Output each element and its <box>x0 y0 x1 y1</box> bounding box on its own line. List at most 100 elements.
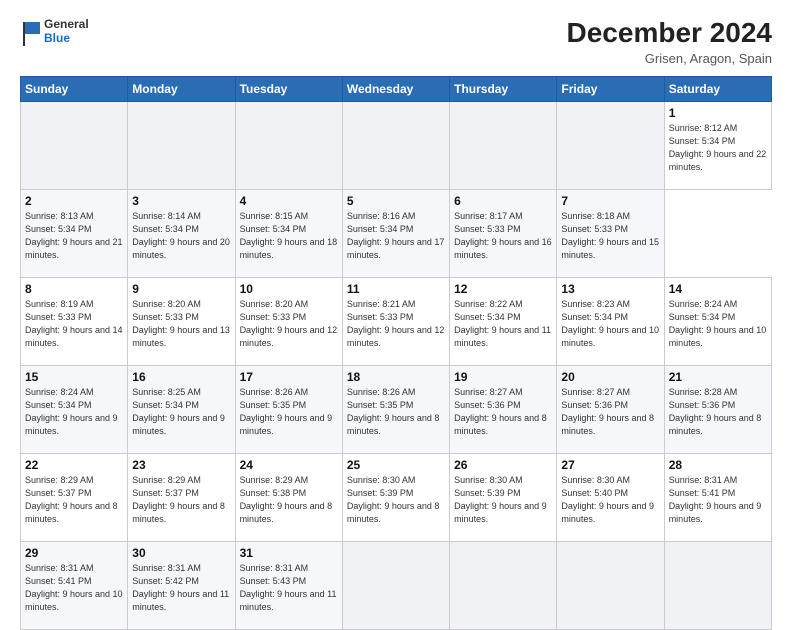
day-info: Sunrise: 8:24 AMSunset: 5:34 PMDaylight:… <box>669 298 767 350</box>
day-number: 1 <box>669 106 767 120</box>
day-number: 14 <box>669 282 767 296</box>
calendar-cell <box>342 101 449 189</box>
calendar-cell <box>128 101 235 189</box>
calendar-cell: 28Sunrise: 8:31 AMSunset: 5:41 PMDayligh… <box>664 453 771 541</box>
day-info: Sunrise: 8:13 AMSunset: 5:34 PMDaylight:… <box>25 210 123 262</box>
day-info: Sunrise: 8:15 AMSunset: 5:34 PMDaylight:… <box>240 210 338 262</box>
day-number: 25 <box>347 458 445 472</box>
logo: General Blue <box>20 18 89 46</box>
calendar-cell: 23 Sunrise: 8:29 AMSunset: 5:37 PMDayligh… <box>128 453 235 541</box>
day-number: 8 <box>25 282 123 296</box>
calendar-cell: 15Sunrise: 8:24 AMSunset: 5:34 PMDayligh… <box>21 365 128 453</box>
day-info: Sunrise: 8:28 AMSunset: 5:36 PMDaylight:… <box>669 386 767 438</box>
calendar-cell <box>557 101 664 189</box>
page: General Blue December 2024 Grisen, Arago… <box>0 0 792 612</box>
day-info: Sunrise: 8:18 AMSunset: 5:33 PMDaylight:… <box>561 210 659 262</box>
day-number: 21 <box>669 370 767 384</box>
day-header-friday: Friday <box>557 76 664 101</box>
day-info: Sunrise: 8:30 AMSunset: 5:40 PMDaylight:… <box>561 474 659 526</box>
day-number: 11 <box>347 282 445 296</box>
header-right: December 2024 Grisen, Aragon, Spain <box>567 18 772 66</box>
logo-general-text: General <box>44 18 89 32</box>
day-number: 26 <box>454 458 552 472</box>
week-row-2: 8 Sunrise: 8:19 AMSunset: 5:33 PMDaylight… <box>21 277 772 365</box>
logo-blue-text: Blue <box>44 32 89 46</box>
day-header-tuesday: Tuesday <box>235 76 342 101</box>
calendar-header-row: SundayMondayTuesdayWednesdayThursdayFrid… <box>21 76 772 101</box>
week-row-5: 29Sunrise: 8:31 AMSunset: 5:41 PMDayligh… <box>21 541 772 629</box>
day-info: Sunrise: 8:12 AMSunset: 5:34 PMDaylight:… <box>669 122 767 174</box>
day-number: 12 <box>454 282 552 296</box>
day-number: 5 <box>347 194 445 208</box>
day-info: Sunrise: 8:30 AMSunset: 5:39 PMDaylight:… <box>347 474 445 526</box>
calendar-cell: 16 Sunrise: 8:25 AMSunset: 5:34 PMDayligh… <box>128 365 235 453</box>
calendar-cell: 26 Sunrise: 8:30 AMSunset: 5:39 PMDayligh… <box>450 453 557 541</box>
day-info: Sunrise: 8:27 AMSunset: 5:36 PMDaylight:… <box>561 386 659 438</box>
day-number: 6 <box>454 194 552 208</box>
calendar-cell: 30 Sunrise: 8:31 AMSunset: 5:42 PMDayligh… <box>128 541 235 629</box>
day-header-monday: Monday <box>128 76 235 101</box>
calendar-cell: 1 Sunrise: 8:12 AMSunset: 5:34 PMDaylight… <box>664 101 771 189</box>
calendar-cell: 24 Sunrise: 8:29 AMSunset: 5:38 PMDayligh… <box>235 453 342 541</box>
day-info: Sunrise: 8:17 AMSunset: 5:33 PMDaylight:… <box>454 210 552 262</box>
calendar-table: SundayMondayTuesdayWednesdayThursdayFrid… <box>20 76 772 630</box>
day-number: 17 <box>240 370 338 384</box>
logo-flag-icon <box>20 18 42 46</box>
calendar-cell: 20 Sunrise: 8:27 AMSunset: 5:36 PMDayligh… <box>557 365 664 453</box>
calendar-cell: 3Sunrise: 8:14 AMSunset: 5:34 PMDaylight… <box>128 189 235 277</box>
calendar-cell: 5 Sunrise: 8:16 AMSunset: 5:34 PMDaylight… <box>342 189 449 277</box>
day-info: Sunrise: 8:26 AMSunset: 5:35 PMDaylight:… <box>347 386 445 438</box>
day-info: Sunrise: 8:31 AMSunset: 5:42 PMDaylight:… <box>132 562 230 614</box>
calendar-cell: 10Sunrise: 8:20 AMSunset: 5:33 PMDayligh… <box>235 277 342 365</box>
day-info: Sunrise: 8:21 AMSunset: 5:33 PMDaylight:… <box>347 298 445 350</box>
day-number: 16 <box>132 370 230 384</box>
week-row-3: 15Sunrise: 8:24 AMSunset: 5:34 PMDayligh… <box>21 365 772 453</box>
header: General Blue December 2024 Grisen, Arago… <box>20 18 772 66</box>
calendar-cell: 22Sunrise: 8:29 AMSunset: 5:37 PMDayligh… <box>21 453 128 541</box>
day-info: Sunrise: 8:29 AMSunset: 5:38 PMDaylight:… <box>240 474 338 526</box>
day-info: Sunrise: 8:31 AMSunset: 5:43 PMDaylight:… <box>240 562 338 614</box>
day-header-saturday: Saturday <box>664 76 771 101</box>
day-number: 20 <box>561 370 659 384</box>
day-number: 10 <box>240 282 338 296</box>
day-info: Sunrise: 8:29 AMSunset: 5:37 PMDaylight:… <box>132 474 230 526</box>
day-info: Sunrise: 8:27 AMSunset: 5:36 PMDaylight:… <box>454 386 552 438</box>
calendar-cell: 12 Sunrise: 8:22 AMSunset: 5:34 PMDayligh… <box>450 277 557 365</box>
day-number: 2 <box>25 194 123 208</box>
month-title: December 2024 <box>567 18 772 49</box>
day-info: Sunrise: 8:25 AMSunset: 5:34 PMDaylight:… <box>132 386 230 438</box>
calendar-cell: 25 Sunrise: 8:30 AMSunset: 5:39 PMDayligh… <box>342 453 449 541</box>
calendar-cell: 7 Sunrise: 8:18 AMSunset: 5:33 PMDaylight… <box>557 189 664 277</box>
day-info: Sunrise: 8:31 AMSunset: 5:41 PMDaylight:… <box>25 562 123 614</box>
calendar-cell: 2 Sunrise: 8:13 AMSunset: 5:34 PMDaylight… <box>21 189 128 277</box>
day-number: 19 <box>454 370 552 384</box>
day-number: 15 <box>25 370 123 384</box>
day-info: Sunrise: 8:30 AMSunset: 5:39 PMDaylight:… <box>454 474 552 526</box>
calendar-cell <box>235 101 342 189</box>
day-info: Sunrise: 8:22 AMSunset: 5:34 PMDaylight:… <box>454 298 552 350</box>
day-number: 7 <box>561 194 659 208</box>
day-number: 30 <box>132 546 230 560</box>
day-info: Sunrise: 8:29 AMSunset: 5:37 PMDaylight:… <box>25 474 123 526</box>
day-info: Sunrise: 8:19 AMSunset: 5:33 PMDaylight:… <box>25 298 123 350</box>
calendar-cell: 27 Sunrise: 8:30 AMSunset: 5:40 PMDayligh… <box>557 453 664 541</box>
calendar-cell <box>450 541 557 629</box>
day-number: 31 <box>240 546 338 560</box>
day-number: 3 <box>132 194 230 208</box>
calendar-cell <box>21 101 128 189</box>
calendar-cell <box>557 541 664 629</box>
calendar-cell: 31 Sunrise: 8:31 AMSunset: 5:43 PMDayligh… <box>235 541 342 629</box>
day-number: 24 <box>240 458 338 472</box>
calendar-cell: 4Sunrise: 8:15 AMSunset: 5:34 PMDaylight… <box>235 189 342 277</box>
calendar-cell: 11 Sunrise: 8:21 AMSunset: 5:33 PMDayligh… <box>342 277 449 365</box>
day-info: Sunrise: 8:20 AMSunset: 5:33 PMDaylight:… <box>132 298 230 350</box>
day-header-wednesday: Wednesday <box>342 76 449 101</box>
day-info: Sunrise: 8:16 AMSunset: 5:34 PMDaylight:… <box>347 210 445 262</box>
day-header-thursday: Thursday <box>450 76 557 101</box>
calendar-cell: 18Sunrise: 8:26 AMSunset: 5:35 PMDayligh… <box>342 365 449 453</box>
calendar-cell <box>342 541 449 629</box>
day-number: 27 <box>561 458 659 472</box>
day-info: Sunrise: 8:31 AMSunset: 5:41 PMDaylight:… <box>669 474 767 526</box>
day-info: Sunrise: 8:23 AMSunset: 5:34 PMDaylight:… <box>561 298 659 350</box>
day-number: 23 <box>132 458 230 472</box>
